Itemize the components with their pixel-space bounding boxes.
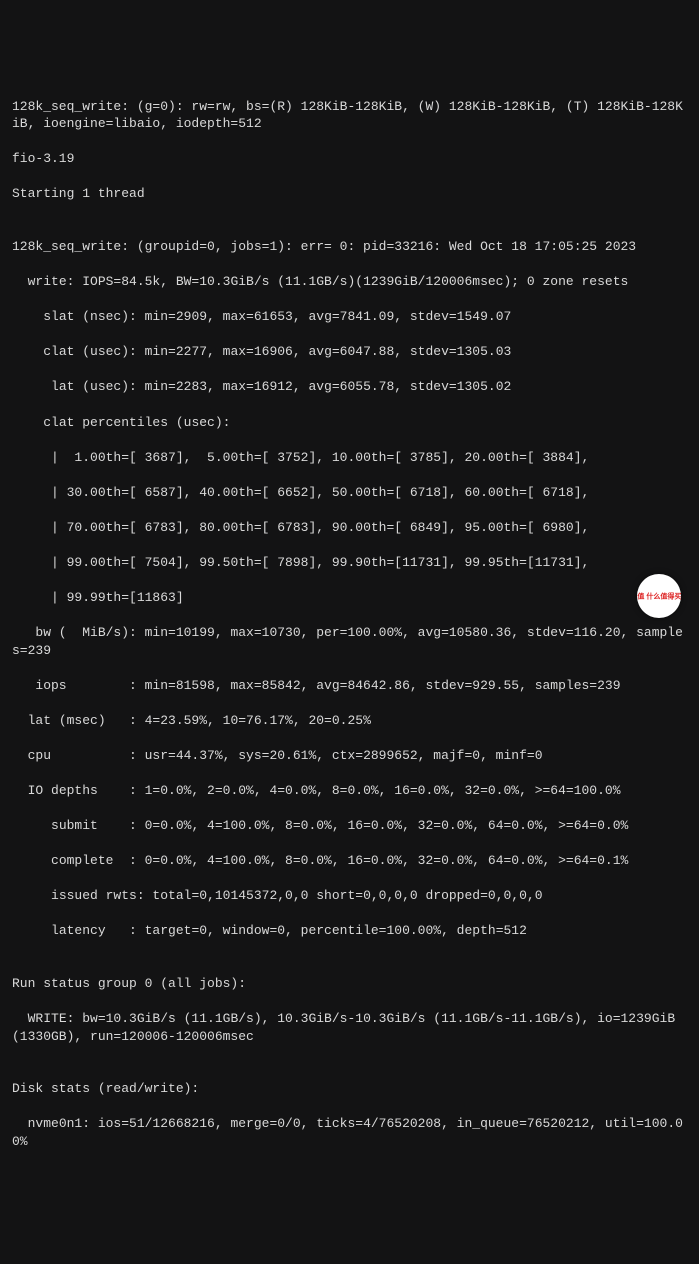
percentile-row-5: | 99.99th=[11863] [12, 589, 687, 607]
percentile-row-3: | 70.00th=[ 6783], 80.00th=[ 6783], 90.0… [12, 519, 687, 537]
terminal-output: 128k_seq_write: (g=0): rw=rw, bs=(R) 128… [0, 70, 699, 1178]
slat-line: slat (nsec): min=2909, max=61653, avg=78… [12, 308, 687, 326]
write-summary: write: IOPS=84.5k, BW=10.3GiB/s (11.1GB/… [12, 273, 687, 291]
iops-line: iops : min=81598, max=85842, avg=84642.8… [12, 677, 687, 695]
run-status-header: Run status group 0 (all jobs): [12, 975, 687, 993]
disk-stats-line: nvme0n1: ios=51/12668216, merge=0/0, tic… [12, 1115, 687, 1150]
fio-version: fio-3.19 [12, 150, 687, 168]
clat-percentiles-header: clat percentiles (usec): [12, 414, 687, 432]
clat-line: clat (usec): min=2277, max=16906, avg=60… [12, 343, 687, 361]
percentile-row-2: | 30.00th=[ 6587], 40.00th=[ 6652], 50.0… [12, 484, 687, 502]
io-depths-line: IO depths : 1=0.0%, 2=0.0%, 4=0.0%, 8=0.… [12, 782, 687, 800]
lat-msec-line: lat (msec) : 4=23.59%, 10=76.17%, 20=0.2… [12, 712, 687, 730]
submit-line: submit : 0=0.0%, 4=100.0%, 8=0.0%, 16=0.… [12, 817, 687, 835]
lat-line: lat (usec): min=2283, max=16912, avg=605… [12, 378, 687, 396]
complete-line: complete : 0=0.0%, 4=100.0%, 8=0.0%, 16=… [12, 852, 687, 870]
badge-text: 值 什么值得买 [637, 592, 681, 600]
percentile-row-1: | 1.00th=[ 3687], 5.00th=[ 3752], 10.00t… [12, 449, 687, 467]
disk-stats-header: Disk stats (read/write): [12, 1080, 687, 1098]
run-status-write: WRITE: bw=10.3GiB/s (11.1GB/s), 10.3GiB/… [12, 1010, 687, 1045]
cpu-line: cpu : usr=44.37%, sys=20.61%, ctx=289965… [12, 747, 687, 765]
percentile-row-4: | 99.00th=[ 7504], 99.50th=[ 7898], 99.9… [12, 554, 687, 572]
fio-starting: Starting 1 thread [12, 185, 687, 203]
smzdm-watermark-icon: 值 什么值得买 [637, 574, 681, 618]
latency-target-line: latency : target=0, window=0, percentile… [12, 922, 687, 940]
issued-rwts-line: issued rwts: total=0,10145372,0,0 short=… [12, 887, 687, 905]
fio-job-definition: 128k_seq_write: (g=0): rw=rw, bs=(R) 128… [12, 98, 687, 133]
bw-line: bw ( MiB/s): min=10199, max=10730, per=1… [12, 624, 687, 659]
result-header: 128k_seq_write: (groupid=0, jobs=1): err… [12, 238, 687, 256]
